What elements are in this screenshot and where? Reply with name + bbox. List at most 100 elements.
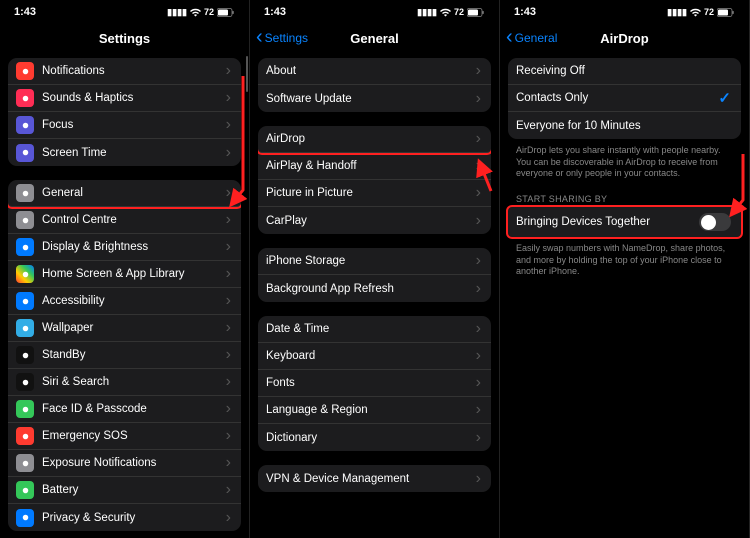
row-label: Picture in Picture	[266, 187, 476, 199]
row-label: Display & Brightness	[42, 241, 226, 253]
settings-row[interactable]: Siri & Search›	[8, 369, 241, 396]
settings-row[interactable]: Language & Region›	[258, 397, 491, 424]
settings-row[interactable]: iPhone Storage›	[258, 248, 491, 275]
footer-note: Easily swap numbers with NameDrop, share…	[508, 243, 741, 278]
row-label: Battery	[42, 484, 226, 496]
signal-icon: ▮▮▮▮	[667, 7, 687, 18]
scrollbar[interactable]	[246, 56, 248, 92]
row-label: Background App Refresh	[266, 283, 476, 295]
chevron-right-icon: ›	[476, 253, 481, 269]
phone-general: 1:43 ▮▮▮▮ 72 Settings General About›Soft…	[250, 0, 500, 538]
chevron-right-icon: ›	[476, 213, 481, 229]
moon-icon	[16, 116, 34, 134]
settings-row[interactable]: StandBy›	[8, 342, 241, 369]
flower-icon	[16, 319, 34, 337]
chevron-right-icon: ›	[226, 482, 231, 498]
row-label: Date & Time	[266, 323, 476, 335]
settings-row[interactable]: Software Update›	[258, 85, 491, 112]
clock-icon	[16, 346, 34, 364]
gear-icon	[16, 184, 34, 202]
signal-icon: ▮▮▮▮	[417, 7, 437, 18]
settings-row[interactable]: Dictionary›	[258, 424, 491, 451]
back-button[interactable]: Settings	[256, 31, 308, 45]
settings-row[interactable]: Date & Time›	[258, 316, 491, 343]
section-header: START SHARING BY	[508, 194, 741, 207]
row-label: StandBy	[42, 349, 226, 361]
chevron-right-icon: ›	[226, 90, 231, 106]
chevron-right-icon: ›	[226, 347, 231, 363]
settings-row[interactable]: Home Screen & App Library›	[8, 261, 241, 288]
settings-row[interactable]: CarPlay›	[258, 207, 491, 234]
airdrop-option[interactable]: Contacts Only✓	[508, 85, 741, 112]
settings-row[interactable]: Exposure Notifications›	[8, 450, 241, 477]
settings-row[interactable]: Battery›	[8, 477, 241, 504]
chevron-right-icon: ›	[226, 510, 231, 526]
airdrop-option[interactable]: Receiving Off	[508, 58, 741, 85]
speaker-icon	[16, 89, 34, 107]
chevron-right-icon: ›	[226, 401, 231, 417]
status-bar: 1:43 ▮▮▮▮ 72	[500, 0, 749, 22]
chevron-right-icon: ›	[226, 455, 231, 471]
row-label: Wallpaper	[42, 322, 226, 334]
settings-row[interactable]: Fonts›	[258, 370, 491, 397]
row-label: Privacy & Security	[42, 512, 226, 524]
settings-row[interactable]: About›	[258, 58, 491, 85]
wifi-icon	[690, 7, 701, 17]
settings-row[interactable]: Background App Refresh›	[258, 275, 491, 302]
phone-airdrop: 1:43 ▮▮▮▮ 72 General AirDrop Receiving O…	[500, 0, 750, 538]
grid-icon	[16, 265, 34, 283]
status-bar: 1:43 ▮▮▮▮ 72	[250, 0, 499, 22]
switches-icon	[16, 211, 34, 229]
phone-settings: 1:43 ▮▮▮▮ 72 Settings Notifications›Soun…	[0, 0, 250, 538]
sos-icon	[16, 427, 34, 445]
settings-row[interactable]: VPN & Device Management›	[258, 465, 491, 492]
settings-row[interactable]: Face ID & Passcode›	[8, 396, 241, 423]
row-label: Contacts Only	[516, 92, 718, 104]
row-label: Exposure Notifications	[42, 457, 226, 469]
settings-row[interactable]: Notifications›	[8, 58, 241, 85]
nav-bar: General AirDrop	[500, 22, 749, 54]
settings-row[interactable]: Screen Time›	[8, 139, 241, 166]
battery-pct: 72	[704, 7, 714, 17]
settings-row[interactable]: Focus›	[8, 112, 241, 139]
row-label: Keyboard	[266, 350, 476, 362]
sun-icon	[16, 238, 34, 256]
chevron-right-icon: ›	[476, 91, 481, 107]
chevron-right-icon: ›	[476, 281, 481, 297]
battery-icon	[717, 7, 735, 17]
row-label: AirDrop	[266, 133, 476, 145]
settings-row[interactable]: General›	[8, 180, 241, 207]
battery-icon	[217, 7, 235, 17]
row-label: VPN & Device Management	[266, 473, 476, 485]
chevron-right-icon: ›	[476, 471, 481, 487]
chevron-right-icon: ›	[226, 63, 231, 79]
settings-row[interactable]: Keyboard›	[258, 343, 491, 370]
settings-row[interactable]: AirDrop›	[258, 126, 491, 153]
settings-row[interactable]: Control Centre›	[8, 207, 241, 234]
chevron-right-icon: ›	[226, 428, 231, 444]
chevron-right-icon: ›	[226, 374, 231, 390]
toggle-switch[interactable]	[699, 213, 731, 231]
page-title: General	[350, 31, 398, 46]
settings-row[interactable]: Sounds & Haptics›	[8, 85, 241, 112]
settings-row[interactable]: Display & Brightness›	[8, 234, 241, 261]
back-button[interactable]: General	[506, 31, 557, 45]
settings-row[interactable]: AirPlay & Handoff›	[258, 153, 491, 180]
chevron-right-icon: ›	[226, 266, 231, 282]
bringing-devices-row[interactable]: Bringing Devices Together	[508, 207, 741, 237]
row-label: General	[42, 187, 226, 199]
status-right: ▮▮▮▮ 72	[417, 7, 485, 18]
airdrop-option[interactable]: Everyone for 10 Minutes	[508, 112, 741, 139]
settings-row[interactable]: Emergency SOS›	[8, 423, 241, 450]
row-label: CarPlay	[266, 215, 476, 227]
row-label: Sounds & Haptics	[42, 92, 226, 104]
settings-row[interactable]: Wallpaper›	[8, 315, 241, 342]
person-icon	[16, 292, 34, 310]
settings-row[interactable]: Picture in Picture›	[258, 180, 491, 207]
settings-row[interactable]: Accessibility›	[8, 288, 241, 315]
status-time: 1:43	[514, 6, 536, 18]
battery-icon	[467, 7, 485, 17]
row-label: Software Update	[266, 93, 476, 105]
chevron-right-icon: ›	[476, 185, 481, 201]
settings-row[interactable]: Privacy & Security›	[8, 504, 241, 531]
